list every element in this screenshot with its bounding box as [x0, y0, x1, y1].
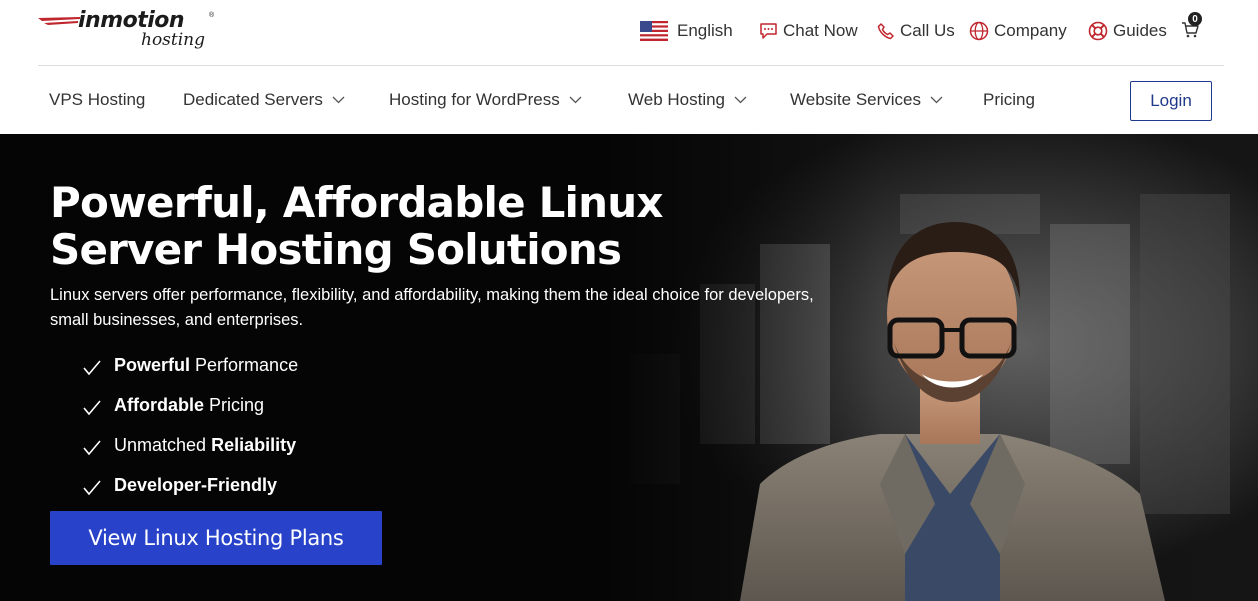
feature-list: Powerful Performance Affordable Pricing … [80, 345, 480, 505]
chevron-down-icon [332, 96, 345, 104]
feature-bold-text: Affordable [114, 394, 204, 415]
call-us-label: Call Us [900, 21, 955, 40]
feature-item: Powerful Performance [80, 345, 480, 385]
feature-bold-text: Powerful [114, 354, 191, 375]
hero-title: Powerful, Affordable Linux Server Hostin… [50, 178, 663, 274]
checkmark-icon [80, 396, 104, 420]
logo-swoosh-icon [38, 17, 80, 25]
feature-text: Unmatched [114, 434, 207, 455]
main-nav: VPS Hosting Dedicated Servers Hosting fo… [0, 66, 1258, 134]
nav-item-label: Web Hosting [628, 90, 726, 109]
chat-now-link[interactable]: Chat Now [759, 19, 858, 43]
feature-item: Unmatched Reliability [80, 425, 480, 465]
hero-subtitle: Linux servers offer performance, flexibi… [50, 286, 814, 329]
chevron-down-icon [569, 96, 582, 104]
language-selector[interactable]: English [640, 19, 733, 43]
feature-item: Affordable Pricing [80, 385, 480, 425]
feature-text: Performance [195, 354, 299, 375]
chevron-down-icon [930, 96, 943, 104]
feature-text: Pricing [209, 394, 265, 415]
view-linux-hosting-plans-button[interactable]: View Linux Hosting Plans [50, 511, 382, 565]
nav-item-label: Hosting for WordPress [389, 90, 560, 109]
nav-item-label: Pricing [983, 90, 1035, 109]
chat-bubble-icon [759, 22, 778, 40]
nav-item-label: Website Services [790, 90, 922, 109]
checkmark-icon [80, 356, 104, 380]
feature-bold-text: Developer-Friendly [114, 474, 278, 495]
logo-subtext: hosting [141, 30, 206, 50]
nav-hosting-for-wordpress[interactable]: Hosting for WordPress [389, 88, 582, 112]
feature-item: Developer-Friendly [80, 465, 480, 505]
chevron-down-icon [734, 96, 747, 104]
language-label: English [677, 21, 733, 40]
globe-icon [969, 21, 989, 41]
logo-registered-mark: ® [209, 12, 215, 19]
utility-bar: inmotion ® hosting English Chat Now Call… [0, 0, 1258, 66]
nav-item-label: Dedicated Servers [183, 90, 323, 109]
cart-button[interactable]: 0 [1181, 12, 1203, 40]
phone-icon [877, 22, 895, 40]
login-button[interactable]: Login [1130, 81, 1212, 121]
company-link[interactable]: Company [969, 19, 1067, 43]
nav-item-label: VPS Hosting [49, 90, 146, 109]
lifebuoy-icon [1088, 21, 1108, 41]
call-us-link[interactable]: Call Us [877, 19, 955, 43]
nav-web-hosting[interactable]: Web Hosting [628, 88, 747, 112]
nav-vps-hosting[interactable]: VPS Hosting [49, 88, 145, 112]
nav-pricing[interactable]: Pricing [983, 88, 1035, 112]
company-label: Company [994, 21, 1067, 40]
cart-count-badge: 0 [1188, 12, 1202, 26]
guides-link[interactable]: Guides [1088, 19, 1167, 43]
nav-website-services[interactable]: Website Services [790, 88, 943, 112]
chat-now-label: Chat Now [783, 21, 858, 40]
hero-section: Powerful, Affordable Linux Server Hostin… [0, 134, 1258, 601]
feature-bold-text: Reliability [211, 434, 297, 455]
checkmark-icon [80, 436, 104, 460]
checkmark-icon [80, 476, 104, 500]
us-flag-icon [640, 21, 668, 41]
nav-dedicated-servers[interactable]: Dedicated Servers [183, 88, 345, 112]
inmotion-logo[interactable]: inmotion ® hosting [38, 8, 218, 56]
guides-label: Guides [1113, 21, 1167, 40]
